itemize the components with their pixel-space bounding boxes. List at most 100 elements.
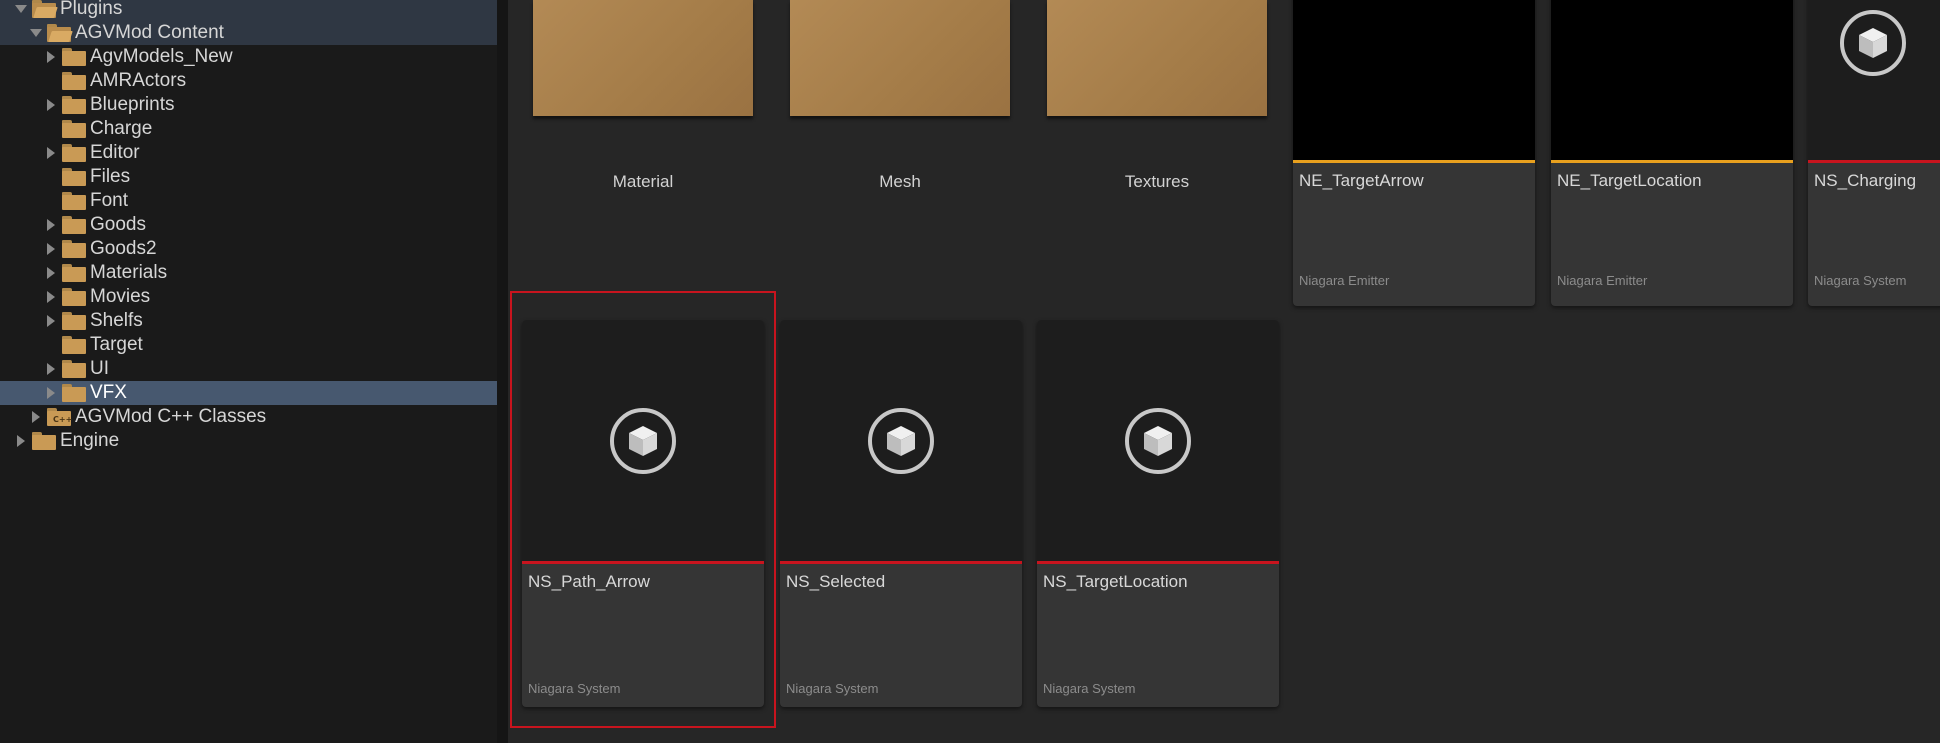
tree-item-editor[interactable]: Editor — [0, 141, 497, 165]
asset-type: Niagara Emitter — [1557, 273, 1648, 288]
expand-arrow-icon[interactable] — [31, 410, 41, 424]
tree-item-label: AGVMod C++ Classes — [75, 406, 267, 427]
tree-item-materials[interactable]: Materials — [0, 261, 497, 285]
expand-arrow-icon[interactable] — [46, 98, 56, 112]
tree-item-target[interactable]: Target — [0, 333, 497, 357]
tree-item-label: Font — [90, 190, 129, 211]
tree-item-label: Shelfs — [90, 310, 143, 331]
expand-arrow-icon[interactable] — [46, 314, 56, 328]
folder-icon — [62, 288, 86, 306]
expand-arrow-icon[interactable] — [46, 266, 56, 280]
asset-card-ne-targetarrow[interactable]: NE_TargetArrow Niagara Emitter — [1293, 0, 1535, 306]
asset-type: Niagara System — [528, 681, 621, 696]
expand-arrow-icon[interactable] — [46, 146, 56, 160]
asset-type-stripe — [780, 561, 1022, 564]
tree-item-ui[interactable]: UI — [0, 357, 497, 381]
asset-thumbnail — [1808, 0, 1940, 160]
asset-card-ns-selected[interactable]: NS_Selected Niagara System — [780, 320, 1022, 707]
asset-card-ns-path-arrow[interactable]: NS_Path_Arrow Niagara System — [522, 320, 764, 707]
expand-arrow-icon[interactable] — [46, 290, 56, 304]
folder-tree-panel: Plugins AGVMod Content AgvModels_New AMR… — [0, 0, 497, 743]
folder-icon — [62, 144, 86, 162]
tree-item-vfx[interactable]: VFX — [0, 381, 497, 405]
folder-thumbnail — [790, 0, 1010, 116]
tree-item-label: VFX — [90, 382, 127, 403]
panel-splitter[interactable] — [497, 0, 508, 743]
asset-type-stripe — [1037, 561, 1279, 564]
expand-arrow-icon[interactable] — [30, 26, 42, 40]
asset-name: NS_TargetLocation — [1043, 572, 1188, 591]
tree-item-label: Target — [90, 334, 143, 355]
asset-type: Niagara Emitter — [1299, 273, 1390, 288]
tree-item-goods2[interactable]: Goods2 — [0, 237, 497, 261]
asset-name: NE_TargetLocation — [1557, 171, 1702, 190]
folder-icon — [32, 432, 56, 450]
niagara-system-icon — [1840, 10, 1906, 76]
asset-type: Niagara System — [1043, 681, 1136, 696]
asset-type-stripe — [1293, 160, 1535, 163]
tree-item-blueprints[interactable]: Blueprints — [0, 93, 497, 117]
expand-arrow-icon[interactable] — [46, 218, 56, 232]
expand-arrow-icon[interactable] — [46, 362, 56, 376]
folder-icon — [62, 192, 86, 210]
tree-item-label: Plugins — [60, 0, 123, 19]
expand-arrow-icon[interactable] — [16, 434, 26, 448]
expand-arrow-icon[interactable] — [15, 2, 27, 16]
tree-item-label: Goods — [90, 214, 146, 235]
tree-item-agvmodels-new[interactable]: AgvModels_New — [0, 45, 497, 69]
asset-grid: Material Mesh Textures NE_TargetArrow Ni… — [508, 0, 1940, 743]
tree-item-label: AgvModels_New — [90, 46, 233, 67]
tree-item-font[interactable]: Font — [0, 189, 497, 213]
tree-item-label: Engine — [60, 430, 120, 451]
asset-thumbnail — [1293, 0, 1535, 160]
asset-card-ns-charging[interactable]: NS_Charging Niagara System — [1808, 0, 1940, 306]
tree-item-files[interactable]: Files — [0, 165, 497, 189]
folder-tile-label: Mesh — [879, 172, 921, 191]
folder-icon — [62, 336, 86, 354]
tree-item-label: Files — [90, 166, 131, 187]
tree-item-goods[interactable]: Goods — [0, 213, 497, 237]
expand-arrow-icon[interactable] — [46, 242, 56, 256]
folder-icon — [62, 384, 86, 402]
tree-item-label: Materials — [90, 262, 168, 283]
tree-item-amractors[interactable]: AMRActors — [0, 69, 497, 93]
asset-name: NS_Selected — [786, 572, 886, 591]
niagara-system-icon — [610, 408, 676, 474]
asset-type-stripe — [522, 561, 764, 564]
tree-item-engine[interactable]: Engine — [0, 429, 497, 453]
asset-type: Niagara System — [1814, 273, 1907, 288]
asset-card-ns-targetlocation[interactable]: NS_TargetLocation Niagara System — [1037, 320, 1279, 707]
tree-item-plugins[interactable]: Plugins — [0, 0, 497, 21]
folder-tile-label: Material — [612, 172, 674, 191]
tree-item-label: AMRActors — [90, 70, 187, 91]
folder-icon — [62, 120, 86, 138]
tree-item-charge[interactable]: Charge — [0, 117, 497, 141]
tree-item-cpp-classes[interactable]: C++ AGVMod C++ Classes — [0, 405, 497, 429]
folder-icon — [62, 240, 86, 258]
folder-icon — [62, 264, 86, 282]
folder-icon — [62, 96, 86, 114]
tree-item-shelfs[interactable]: Shelfs — [0, 309, 497, 333]
asset-card-ne-targetlocation[interactable]: NE_TargetLocation Niagara Emitter — [1551, 0, 1793, 306]
folder-icon — [62, 360, 86, 378]
folder-icon — [62, 48, 86, 66]
tree-item-label: Blueprints — [90, 94, 175, 115]
tree-item-label: Movies — [90, 286, 151, 307]
asset-thumbnail — [1037, 320, 1279, 561]
asset-type: Niagara System — [786, 681, 879, 696]
expand-arrow-icon[interactable] — [46, 50, 56, 64]
niagara-system-icon — [868, 408, 934, 474]
folder-icon — [62, 168, 86, 186]
folder-icon — [62, 72, 86, 90]
asset-thumbnail — [1551, 0, 1793, 160]
expand-arrow-icon[interactable] — [46, 386, 56, 400]
asset-type-stripe — [1808, 160, 1940, 163]
tree-item-label: Charge — [90, 118, 153, 139]
tree-item-movies[interactable]: Movies — [0, 285, 497, 309]
tree-item-agvmod-content[interactable]: AGVMod Content — [0, 21, 497, 45]
niagara-system-icon — [1125, 408, 1191, 474]
folder-open-icon — [32, 0, 58, 18]
asset-type-stripe — [1551, 160, 1793, 163]
folder-icon — [62, 312, 86, 330]
tree-item-label: UI — [90, 358, 109, 379]
